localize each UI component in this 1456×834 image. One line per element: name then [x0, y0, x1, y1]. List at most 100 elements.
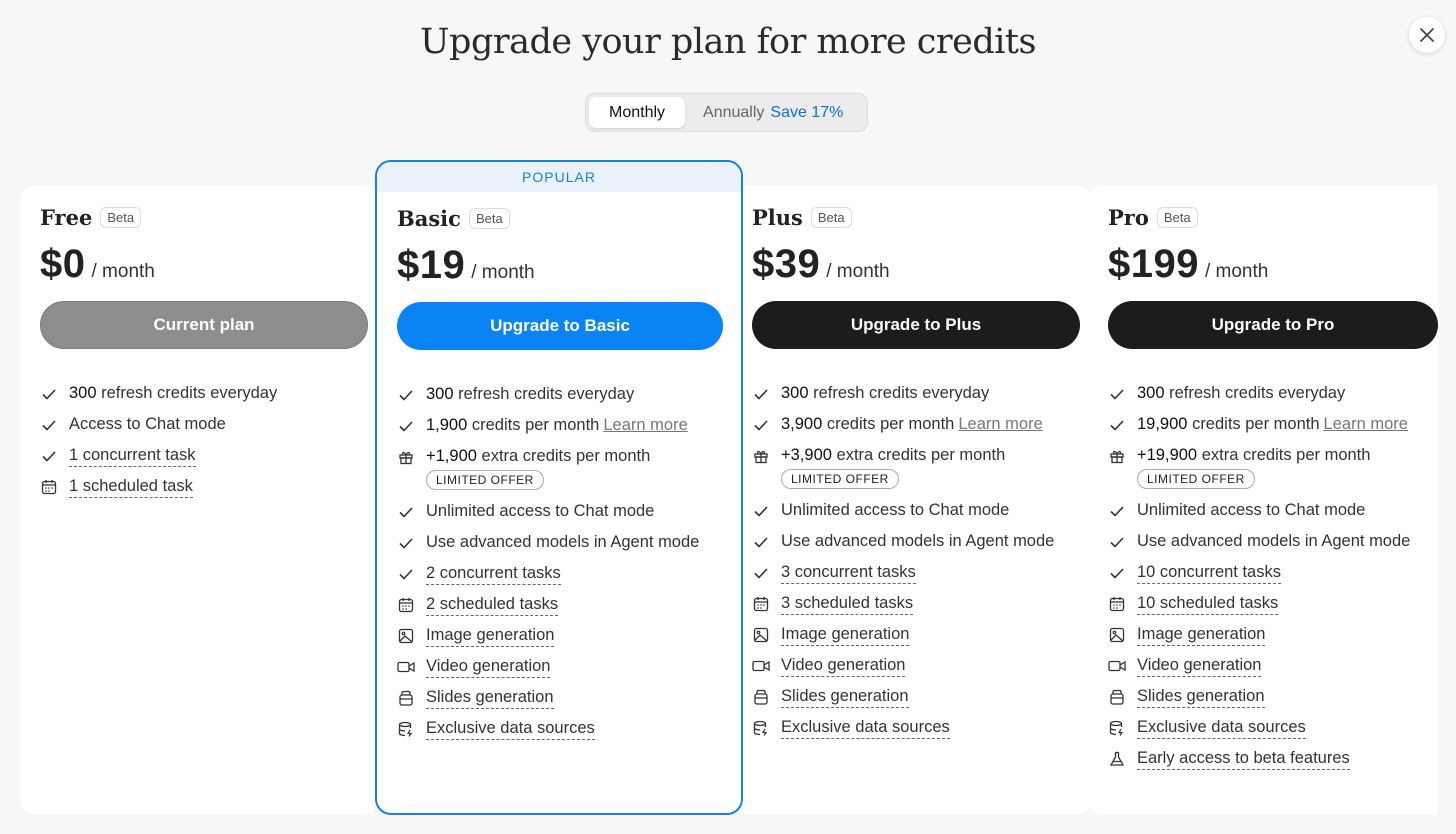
check-icon [40, 416, 58, 434]
feature-item: Video generation [397, 657, 723, 688]
feature-item: Unlimited access to Chat mode [397, 502, 723, 533]
feature-item: Slides generation [1108, 687, 1438, 718]
video-generation-tooltip[interactable]: Video generation [781, 656, 906, 677]
check-icon [397, 534, 415, 552]
billing-toggle: Monthly Annually Save 17% [585, 93, 868, 132]
plan-name: Free [40, 205, 93, 230]
beta-badge: Beta [1156, 207, 1198, 228]
image-generation-tooltip[interactable]: Image generation [781, 625, 910, 646]
check-icon [397, 417, 415, 435]
gift-icon [752, 447, 770, 465]
monthly-option[interactable]: Monthly [589, 97, 686, 128]
video-generation-tooltip[interactable]: Video generation [1137, 656, 1262, 677]
feature-item: 2 concurrent tasks [397, 564, 723, 595]
plan-card-pro: Pro Beta $199 / month Upgrade to Pro 300… [1088, 185, 1438, 815]
feature-item: +1,900 extra credits per month LIMITED OF… [397, 447, 723, 502]
scheduled-tasks-tooltip[interactable]: 10 scheduled tasks [1137, 594, 1279, 615]
exclusive-data-sources-tooltip[interactable]: Exclusive data sources [781, 718, 950, 739]
check-icon [1108, 416, 1126, 434]
flask-icon [1108, 750, 1126, 768]
plan-price: $199 [1108, 242, 1199, 286]
plan-price: $19 [397, 243, 466, 287]
feature-item: Image generation [752, 625, 1080, 656]
plan-name: Basic [397, 206, 461, 231]
learn-more-link[interactable]: Learn more [1324, 415, 1408, 433]
limited-offer-badge: LIMITED OFFER [781, 469, 899, 489]
feature-item: 19,900 credits per month Learn more [1108, 415, 1438, 446]
check-icon [40, 447, 58, 465]
plan-name: Pro [1108, 205, 1149, 230]
slides-generation-tooltip[interactable]: Slides generation [1137, 687, 1265, 708]
slides-generation-tooltip[interactable]: Slides generation [426, 688, 554, 709]
calendar-icon [40, 478, 58, 496]
check-icon [1108, 502, 1126, 520]
image-generation-tooltip[interactable]: Image generation [1137, 625, 1266, 646]
beta-badge: Beta [468, 208, 510, 229]
calendar-icon [397, 596, 415, 614]
feature-item: Use advanced models in Agent mode [397, 533, 723, 564]
check-icon [40, 385, 58, 403]
feature-item: 3 scheduled tasks [752, 594, 1080, 625]
gift-icon [397, 448, 415, 466]
feature-item: Use advanced models in Agent mode [752, 532, 1080, 563]
plan-card-basic: POPULAR Basic Beta $19 / month Upgrade t… [375, 160, 743, 815]
concurrent-tasks-tooltip[interactable]: 2 concurrent tasks [426, 564, 561, 585]
check-icon [397, 386, 415, 404]
database-icon [1108, 719, 1126, 737]
check-icon [1108, 533, 1126, 551]
feature-item: 300 refresh credits everyday [1108, 384, 1438, 415]
image-generation-tooltip[interactable]: Image generation [426, 626, 555, 647]
check-icon [1108, 564, 1126, 582]
annually-label: Annually [703, 103, 765, 121]
upgrade-pro-button[interactable]: Upgrade to Pro [1108, 301, 1438, 349]
feature-item: 3,900 credits per month Learn more [752, 415, 1080, 446]
gift-icon [1108, 447, 1126, 465]
upgrade-plus-button[interactable]: Upgrade to Plus [752, 301, 1080, 349]
learn-more-link[interactable]: Learn more [603, 416, 687, 434]
feature-item: 10 concurrent tasks [1108, 563, 1438, 594]
video-generation-tooltip[interactable]: Video generation [426, 657, 551, 678]
scheduled-tasks-tooltip[interactable]: 2 scheduled tasks [426, 595, 559, 616]
check-icon [752, 533, 770, 551]
plan-card-plus: Plus Beta $39 / month Upgrade to Plus 30… [732, 185, 1092, 815]
concurrent-tasks-tooltip[interactable]: 10 concurrent tasks [1137, 563, 1281, 584]
concurrent-tasks-tooltip[interactable]: 3 concurrent tasks [781, 563, 916, 584]
beta-badge: Beta [100, 207, 142, 228]
video-icon [752, 657, 770, 675]
slides-generation-tooltip[interactable]: Slides generation [781, 687, 909, 708]
feature-item: Video generation [1108, 656, 1438, 687]
feature-item: Access to Chat mode [40, 415, 368, 446]
page-title: Upgrade your plan for more credits [420, 22, 1036, 62]
feature-item: 300 refresh credits everyday [40, 384, 368, 415]
feature-item: 3 concurrent tasks [752, 563, 1080, 594]
close-icon [1418, 26, 1436, 44]
upgrade-basic-button[interactable]: Upgrade to Basic [397, 302, 723, 350]
plan-period: / month [826, 261, 890, 282]
close-button[interactable] [1409, 17, 1445, 53]
feature-item: 1 concurrent task [40, 446, 368, 477]
exclusive-data-sources-tooltip[interactable]: Exclusive data sources [1137, 718, 1306, 739]
plan-price: $39 [752, 242, 821, 286]
save-badge: Save 17% [770, 103, 844, 121]
feature-item: Slides generation [397, 688, 723, 719]
check-icon [397, 503, 415, 521]
check-icon [752, 385, 770, 403]
database-icon [397, 720, 415, 738]
exclusive-data-sources-tooltip[interactable]: Exclusive data sources [426, 719, 595, 740]
feature-item: Slides generation [752, 687, 1080, 718]
current-plan-button[interactable]: Current plan [40, 301, 368, 349]
learn-more-link[interactable]: Learn more [958, 415, 1042, 433]
scheduled-tasks-tooltip[interactable]: 3 scheduled tasks [781, 594, 914, 615]
feature-item: 2 scheduled tasks [397, 595, 723, 626]
scheduled-task-tooltip[interactable]: 1 scheduled task [69, 477, 193, 498]
database-icon [752, 719, 770, 737]
limited-offer-badge: LIMITED OFFER [1137, 469, 1255, 489]
concurrent-task-tooltip[interactable]: 1 concurrent task [69, 446, 196, 467]
beta-badge: Beta [810, 207, 852, 228]
feature-item: Video generation [752, 656, 1080, 687]
feature-item: Exclusive data sources [752, 718, 1080, 749]
early-access-tooltip[interactable]: Early access to beta features [1137, 749, 1350, 770]
limited-offer-badge: LIMITED OFFER [426, 470, 544, 490]
feature-item: Image generation [397, 626, 723, 657]
annually-option[interactable]: Annually Save 17% [685, 97, 843, 128]
